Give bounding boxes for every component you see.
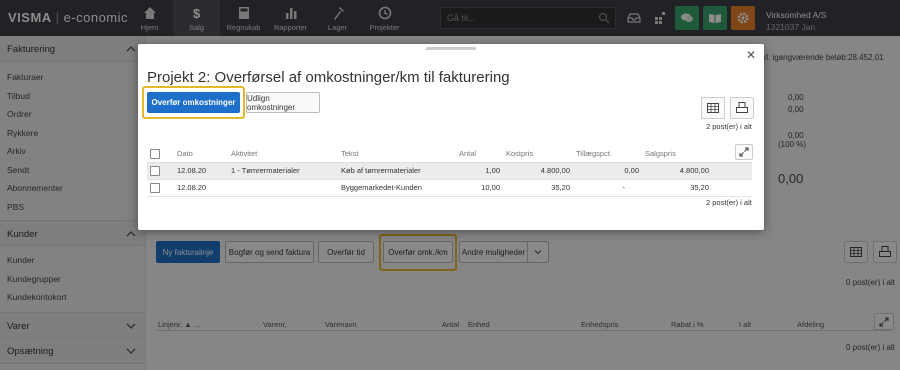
cell-tekst: Byggemarkedet-Kunden: [341, 179, 459, 197]
cell-tekst: Køb af tømrermaterialer: [341, 162, 459, 180]
highlight-primary-button: [142, 86, 245, 119]
post-count-top: 2 post(er) i alt: [706, 122, 752, 131]
cell-kostpris: 4.800,00: [506, 162, 576, 180]
cell-kostpris: 35,20: [506, 179, 576, 197]
col-tekst[interactable]: Tekst: [341, 146, 459, 163]
cell-aktivitet: [231, 179, 341, 197]
cell-dato: 12.08.20: [177, 179, 231, 197]
cell-antal: 10,00: [459, 179, 506, 197]
table-header-row: Dato Aktivitet Tekst Antal Kostpris Till…: [147, 146, 752, 163]
cell-tillaeg: 0,00: [576, 162, 645, 180]
cell-tillaeg: -: [576, 179, 645, 197]
cell-dato: 12.08.20: [177, 162, 231, 180]
col-antal[interactable]: Antal: [459, 146, 506, 163]
select-all-checkbox[interactable]: [150, 148, 160, 159]
cell-antal: 1,00: [459, 162, 506, 180]
table-icon: [707, 103, 719, 113]
col-aktivitet[interactable]: Aktivitet: [231, 146, 341, 163]
transfer-costs-dialog: ✕ Projekt 2: Overførsel af omkostninger/…: [138, 44, 764, 230]
cell-salgspris: 4.800,00: [645, 162, 715, 180]
print-button[interactable]: [730, 97, 754, 119]
row-checkbox[interactable]: [150, 182, 160, 193]
costs-table: Dato Aktivitet Tekst Antal Kostpris Till…: [147, 146, 752, 197]
cell-aktivitet: 1 - Tømrermaterialer: [231, 162, 341, 180]
table-row[interactable]: 12.08.20 Byggemarkedet-Kunden 10,00 35,2…: [147, 179, 752, 197]
col-kostpris[interactable]: Kostpris: [506, 146, 576, 163]
col-tillaegspct[interactable]: Tillægspct.: [576, 146, 645, 163]
settle-costs-button[interactable]: Udlign omkostninger: [246, 92, 320, 113]
columns-button[interactable]: [701, 97, 725, 119]
col-salgspris[interactable]: Salgspris: [645, 146, 715, 163]
col-dato[interactable]: Dato: [177, 146, 231, 163]
close-icon[interactable]: ✕: [746, 48, 756, 62]
print-icon: [736, 102, 748, 113]
drag-handle[interactable]: [426, 47, 476, 50]
dialog-title: Projekt 2: Overførsel af omkostninger/km…: [147, 69, 510, 86]
cell-salgspris: 35,20: [645, 179, 715, 197]
post-count-bottom: 2 post(er) i alt: [706, 198, 752, 207]
table-row[interactable]: 12.08.20 1 - Tømrermaterialer Køb af tøm…: [147, 162, 752, 180]
row-checkbox[interactable]: [150, 165, 160, 176]
